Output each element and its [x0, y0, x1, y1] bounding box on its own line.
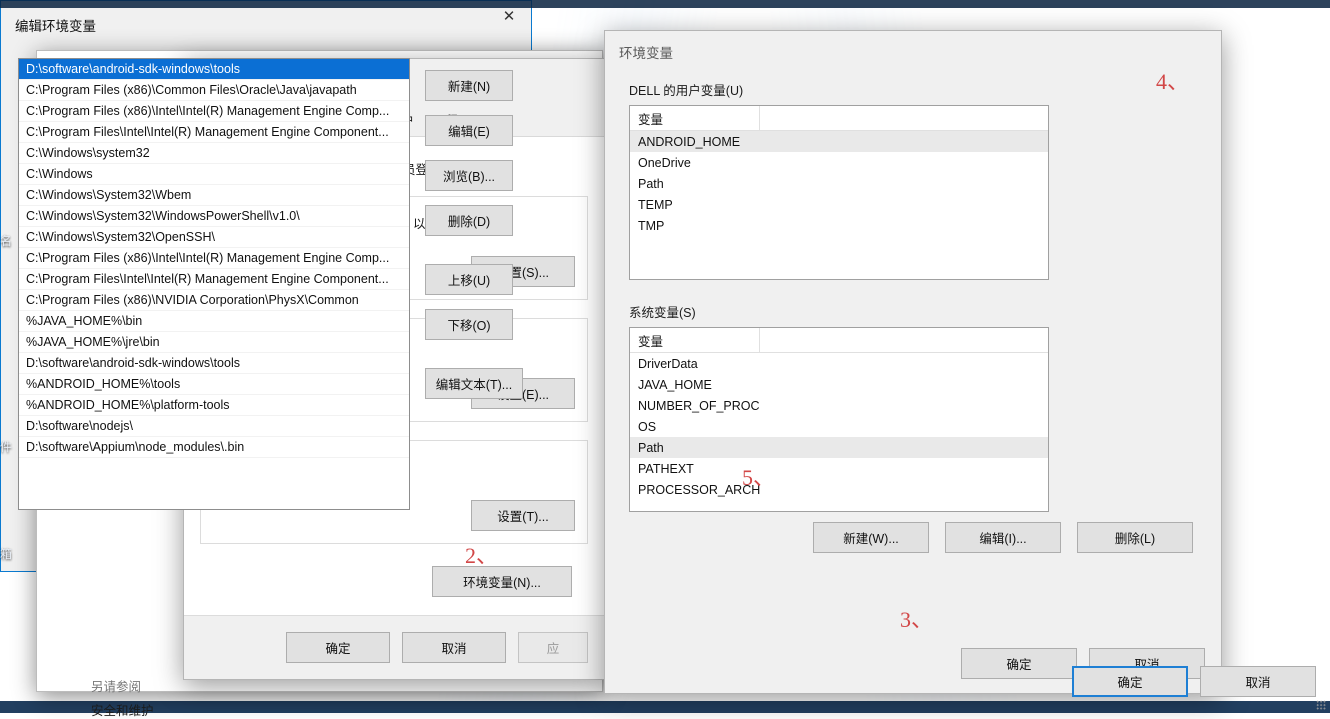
edit-dialog-footer: 确定 取消	[1072, 666, 1316, 697]
list-item[interactable]: TMP	[630, 215, 1048, 236]
desktop-top-edge	[0, 0, 1330, 8]
button-group-spacer	[425, 250, 515, 264]
see-also-label: 另请参阅	[91, 680, 142, 694]
list-item[interactable]: D:\software\android-sdk-windows\tools	[19, 353, 409, 374]
path-new-button[interactable]: 新建(N)	[425, 70, 513, 101]
user-variables-column-variable[interactable]: 变量	[630, 106, 760, 130]
list-item[interactable]: %JAVA_HOME%\bin	[19, 311, 409, 332]
taskbar	[0, 701, 1330, 713]
see-also-security-and-maintenance-link[interactable]: 安全和维护	[91, 700, 154, 719]
list-item[interactable]: DriverData	[630, 353, 1048, 374]
environment-variables-ok-button[interactable]: 确定	[961, 648, 1077, 679]
path-edit-button[interactable]: 编辑(E)	[425, 115, 513, 146]
system-properties-footer: 确定 取消 应	[184, 615, 604, 679]
list-item[interactable]: TEMP	[630, 194, 1048, 215]
list-item[interactable]: C:\Program Files (x86)\Intel\Intel(R) Ma…	[19, 248, 409, 269]
path-edit-text-button[interactable]: 编辑文本(T)...	[425, 368, 523, 399]
list-item[interactable]: C:\Windows\System32\WindowsPowerShell\v1…	[19, 206, 409, 227]
desktop-icon-label-1[interactable]: 名	[0, 232, 12, 249]
system-variables-button-bar: 新建(W)... 编辑(I)... 删除(L)	[605, 512, 1221, 553]
system-properties-ok-button[interactable]: 确定	[286, 632, 390, 663]
edit-dialog-cancel-button[interactable]: 取消	[1200, 666, 1316, 697]
list-item[interactable]: PROCESSOR_ARCH	[630, 479, 1048, 500]
annotation-5: 5、	[742, 465, 776, 490]
list-item[interactable]: D:\software\nodejs\	[19, 416, 409, 437]
list-item[interactable]: C:\Program Files (x86)\Common Files\Orac…	[19, 80, 409, 101]
list-item[interactable]: C:\Windows\System32\OpenSSH\	[19, 227, 409, 248]
system-variables-edit-button[interactable]: 编辑(I)...	[945, 522, 1061, 553]
edit-dialog-side-buttons: 新建(N) 编辑(E) 浏览(B)... 删除(D) 上移(U) 下移(O) 编…	[425, 70, 523, 413]
desktop-icon-label-3[interactable]: 箱	[0, 545, 12, 562]
path-move-down-button[interactable]: 下移(O)	[425, 309, 513, 340]
list-item[interactable]: PATHEXT	[630, 458, 1048, 479]
list-item[interactable]: Path	[630, 173, 1048, 194]
system-variables-column-variable[interactable]: 变量	[630, 328, 760, 352]
list-item[interactable]: ANDROID_HOME	[630, 131, 1048, 152]
list-item[interactable]: OneDrive	[630, 152, 1048, 173]
system-variables-delete-button[interactable]: 删除(L)	[1077, 522, 1193, 553]
path-entries-listbox[interactable]: D:\software\android-sdk-windows\tools C:…	[18, 58, 410, 510]
system-properties-cancel-button[interactable]: 取消	[402, 632, 506, 663]
system-variables-header: 变量	[630, 328, 1048, 353]
path-delete-button[interactable]: 删除(D)	[425, 205, 513, 236]
startup-recovery-settings-button[interactable]: 设置(T)...	[471, 500, 575, 531]
list-item[interactable]: C:\Program Files\Intel\Intel(R) Manageme…	[19, 269, 409, 290]
list-item[interactable]: OS	[630, 416, 1048, 437]
system-properties-apply-button: 应	[518, 632, 588, 663]
list-item[interactable]: %ANDROID_HOME%\platform-tools	[19, 395, 409, 416]
list-item[interactable]: D:\software\Appium\node_modules\.bin	[19, 437, 409, 458]
list-item[interactable]: Path	[630, 437, 1048, 458]
list-item[interactable]: C:\Program Files (x86)\NVIDIA Corporatio…	[19, 290, 409, 311]
button-group-spacer-2	[425, 354, 515, 368]
list-item[interactable]: C:\Program Files\Intel\Intel(R) Manageme…	[19, 122, 409, 143]
list-item[interactable]: %JAVA_HOME%\jre\bin	[19, 332, 409, 353]
environment-variables-button-row: 环境变量(N)...	[200, 562, 588, 597]
annotation-4: 4、	[1156, 69, 1190, 94]
environment-variables-dialog: 环境变量 DELL 的用户变量(U) 变量 ANDROID_HOME OneDr…	[604, 30, 1222, 694]
edit-dialog-ok-button[interactable]: 确定	[1072, 666, 1188, 697]
list-item[interactable]: D:\software\android-sdk-windows\tools	[19, 59, 409, 80]
resize-grip-icon[interactable]	[1316, 700, 1326, 710]
list-item[interactable]: %ANDROID_HOME%\tools	[19, 374, 409, 395]
user-variables-listview[interactable]: 变量 ANDROID_HOME OneDrive Path TEMP TMP	[629, 105, 1049, 280]
desktop-icon-label-2[interactable]: 件	[0, 438, 12, 455]
user-variables-header: 变量	[630, 106, 1048, 131]
path-move-up-button[interactable]: 上移(U)	[425, 264, 513, 295]
system-variables-new-button[interactable]: 新建(W)...	[813, 522, 929, 553]
system-variables-listview[interactable]: 变量 DriverData JAVA_HOME NUMBER_OF_PROC O…	[629, 327, 1049, 512]
annotation-3: 3、	[900, 607, 934, 632]
path-browse-button[interactable]: 浏览(B)...	[425, 160, 513, 191]
list-item[interactable]: C:\Program Files (x86)\Intel\Intel(R) Ma…	[19, 101, 409, 122]
environment-variables-button[interactable]: 环境变量(N)...	[432, 566, 572, 597]
user-variables-label: DELL 的用户变量(U)	[629, 84, 744, 98]
list-item[interactable]: C:\Windows\system32	[19, 143, 409, 164]
annotation-2: 2、	[465, 543, 499, 568]
list-item[interactable]: C:\Windows\System32\Wbem	[19, 185, 409, 206]
list-item[interactable]: JAVA_HOME	[630, 374, 1048, 395]
environment-variables-title: 环境变量	[619, 46, 673, 61]
list-item[interactable]: C:\Windows	[19, 164, 409, 185]
list-item[interactable]: NUMBER_OF_PROC	[630, 395, 1048, 416]
system-variables-label: 系统变量(S)	[629, 306, 696, 320]
